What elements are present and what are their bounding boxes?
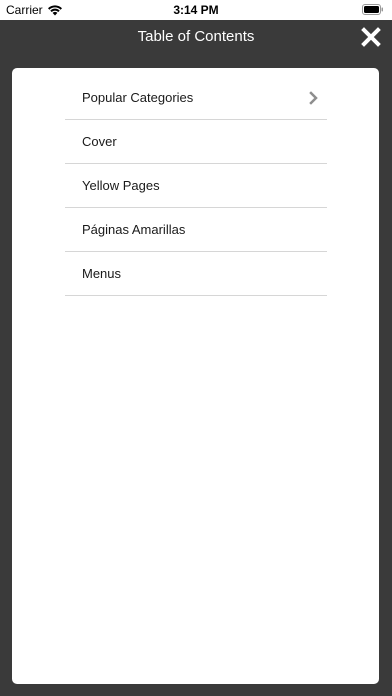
toc-item-label: Menus <box>82 266 122 281</box>
toc-item-popular-categories[interactable]: Popular Categories <box>65 76 327 120</box>
toc-item-label: Cover <box>82 134 117 149</box>
battery-icon <box>362 4 383 15</box>
toc-item-label: Yellow Pages <box>82 178 160 193</box>
chevron-right-icon <box>309 91 318 105</box>
navigation-bar: Table of Contents <box>0 20 392 66</box>
toc-item-paginas-amarillas[interactable]: Páginas Amarillas <box>65 208 327 252</box>
toc-list: Popular Categories Cover Yellow Pages Pá… <box>65 76 327 296</box>
status-bar: Carrier 3:14 PM <box>0 0 392 20</box>
page-title: Table of Contents <box>137 28 255 45</box>
toc-item-cover[interactable]: Cover <box>65 120 327 164</box>
toc-item-menus[interactable]: Menus <box>65 252 327 296</box>
status-time: 3:14 PM <box>173 3 219 17</box>
toc-item-label: Páginas Amarillas <box>82 222 186 237</box>
close-icon[interactable] <box>360 26 382 48</box>
toc-item-label: Popular Categories <box>82 90 194 105</box>
toc-item-yellow-pages[interactable]: Yellow Pages <box>65 164 327 208</box>
toc-panel: Popular Categories Cover Yellow Pages Pá… <box>12 68 379 684</box>
